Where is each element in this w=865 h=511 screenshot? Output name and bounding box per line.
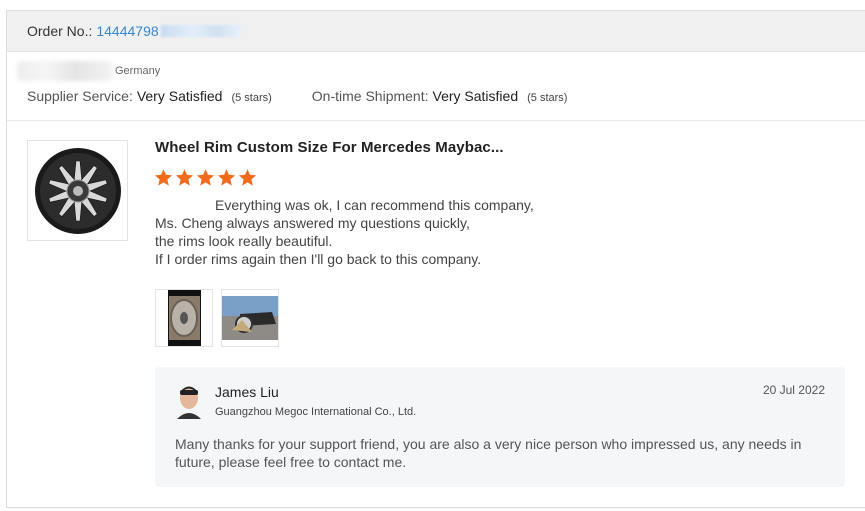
order-number-link[interactable]: 14444798: [96, 23, 158, 39]
car-photo-image: [222, 296, 278, 340]
reply-date: 20 Jul 2022: [762, 383, 825, 397]
shipment-label: On-time Shipment:: [311, 88, 429, 104]
buyer-country: Germany: [115, 65, 161, 77]
review-text: Everything was ok, I can recommend this …: [155, 196, 534, 268]
supplier-service-value: Very Satisfied: [136, 88, 223, 104]
shipment-stars: (5 stars): [527, 92, 568, 104]
star-icon: [217, 169, 236, 186]
star-icon: [238, 169, 257, 186]
reply-company-name: Guangzhou Megoc International Co., Ltd.: [215, 406, 417, 418]
star-icon: [154, 169, 173, 186]
wheel-photo-image: [168, 290, 201, 346]
product-title[interactable]: Wheel Rim Custom Size For Mercedes Mayba…: [155, 139, 504, 156]
reply-text: Many thanks for your support friend, you…: [175, 436, 802, 470]
buyer-name-redacted: [17, 61, 113, 81]
review-card: Order No.: 14444798 Germany Supplier Ser…: [6, 10, 865, 508]
buyer-info: Germany: [17, 59, 160, 83]
review-line: the rims look really beautiful.: [155, 233, 333, 249]
product-thumbnail[interactable]: [27, 140, 128, 241]
review-line: Everything was ok, I can recommend this …: [215, 197, 534, 213]
star-icon: [196, 169, 215, 186]
reply-author-name: James Liu: [215, 384, 279, 400]
star-icon: [175, 169, 194, 186]
supplier-service-label: Supplier Service:: [27, 88, 133, 104]
review-line: If I order rims again then I'll go back …: [155, 251, 482, 267]
supplier-ratings: Supplier Service: Very Satisfied (5 star…: [27, 88, 567, 104]
section-divider: [7, 120, 865, 121]
shipment-value: Very Satisfied: [432, 88, 519, 104]
wheel-rim-image: [34, 147, 121, 234]
product-star-rating: [154, 168, 257, 187]
seller-reply: James Liu Guangzhou Megoc International …: [155, 367, 845, 487]
review-photo-1[interactable]: [155, 289, 213, 347]
order-number-redacted: [160, 25, 241, 37]
review-photo-2[interactable]: [221, 289, 279, 347]
review-line: Ms. Cheng always answered my questions q…: [155, 215, 470, 231]
avatar: [175, 385, 203, 419]
order-label: Order No.:: [27, 23, 93, 39]
order-header: Order No.: 14444798: [7, 11, 865, 52]
supplier-service-stars: (5 stars): [231, 92, 272, 104]
